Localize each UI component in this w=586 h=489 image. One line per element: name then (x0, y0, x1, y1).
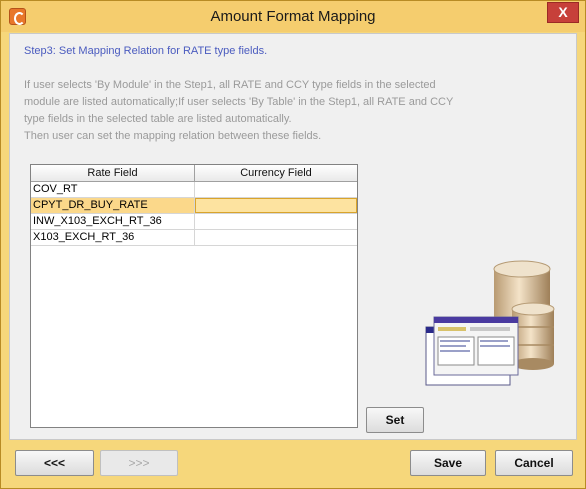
rate-field-cell[interactable]: COV_RT (31, 182, 195, 197)
description-line: type fields in the selected table are li… (24, 113, 292, 125)
rate-field-cell[interactable]: X103_EXCH_RT_36 (31, 230, 195, 245)
table-row-selected[interactable]: CPYT_DR_BUY_RATE (31, 198, 357, 214)
title-bar[interactable]: Amount Format Mapping X (1, 1, 585, 32)
currency-field-cell[interactable] (195, 182, 357, 197)
description-line: module are listed automatically;If user … (24, 96, 454, 108)
table-row[interactable]: COV_RT (31, 182, 357, 198)
rate-field-cell[interactable]: INW_X103_EXCH_RT_36 (31, 214, 195, 229)
close-button[interactable]: X (547, 2, 579, 23)
database-illustration-icon (420, 259, 560, 409)
description-line: If user selects 'By Module' in the Step1… (24, 79, 436, 91)
description-line: Then user can set the mapping relation b… (24, 130, 322, 142)
next-button[interactable]: >>> (100, 450, 178, 476)
save-button[interactable]: Save (410, 450, 486, 476)
window-title: Amount Format Mapping (210, 8, 376, 25)
previous-button[interactable]: <<< (15, 450, 94, 476)
currency-field-cell[interactable] (195, 198, 357, 213)
cancel-button[interactable]: Cancel (495, 450, 573, 476)
content-panel: Step3: Set Mapping Relation for RATE typ… (9, 33, 577, 440)
mapping-table[interactable]: Rate Field Currency Field COV_RT CPYT_DR… (30, 164, 358, 428)
table-row[interactable]: INW_X103_EXCH_RT_36 (31, 214, 357, 230)
column-header-rate-field[interactable]: Rate Field (31, 165, 195, 181)
set-button[interactable]: Set (366, 407, 424, 433)
table-row[interactable]: X103_EXCH_RT_36 (31, 230, 357, 246)
dialog-window: Amount Format Mapping X Step3: Set Mappi… (0, 0, 586, 489)
currency-field-cell[interactable] (195, 214, 357, 229)
step-description: If user selects 'By Module' in the Step1… (24, 77, 534, 145)
table-header: Rate Field Currency Field (31, 165, 357, 182)
currency-field-cell[interactable] (195, 230, 357, 245)
rate-field-cell[interactable]: CPYT_DR_BUY_RATE (31, 198, 195, 213)
step-title: Step3: Set Mapping Relation for RATE typ… (24, 45, 268, 57)
column-header-currency-field[interactable]: Currency Field (195, 165, 357, 181)
